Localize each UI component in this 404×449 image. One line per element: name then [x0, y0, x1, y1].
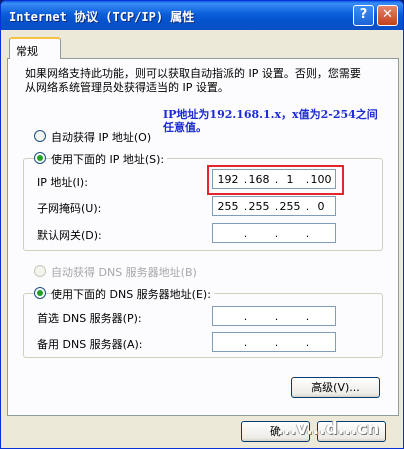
ip-dot: .	[274, 310, 279, 323]
auto-dns-radio[interactable]	[34, 265, 46, 277]
description-text: 如果网络支持此功能，则可以获取自动指派的 IP 设置。否则，您需要从网络系统管理…	[25, 67, 361, 94]
subnet-mask-label: 子网掩码(U):	[37, 202, 102, 215]
auto-ip-label: 自动获得 IP 地址(O)	[51, 131, 152, 144]
ip-dot: .	[243, 310, 248, 323]
help-button[interactable]: ?	[353, 5, 374, 26]
highlight-box	[207, 165, 344, 195]
title-bar: Internet 协议 (TCP/IP) 属性 ? ✕	[1, 1, 403, 30]
ip-dot: .	[305, 336, 310, 349]
subnet-octet-3: 255	[279, 200, 301, 213]
gateway-label: 默认网关(D):	[37, 229, 102, 242]
ip-dot: .	[305, 310, 310, 323]
subnet-octet-4: 0	[317, 200, 325, 213]
window-title: Internet 协议 (TCP/IP) 属性	[9, 10, 195, 24]
auto-ip-radio[interactable]	[34, 130, 46, 142]
alternate-dns-input[interactable]: . . .	[212, 332, 336, 352]
ip-dot: .	[305, 227, 310, 240]
gateway-input[interactable]: . . .	[212, 223, 336, 243]
subnet-octet-2: 255	[248, 200, 270, 213]
ip-address-label: IP 地址(I):	[37, 176, 88, 189]
manual-ip-label: 使用下面的 IP 地址(S):	[51, 151, 168, 167]
preferred-dns-input[interactable]: . . .	[212, 306, 336, 326]
site-watermark: ...v...d...cn	[277, 419, 380, 439]
manual-ip-radio[interactable]	[34, 152, 46, 164]
preferred-dns-label: 首选 DNS 服务器(P):	[37, 312, 142, 325]
manual-dns-label: 使用下面的 DNS 服务器地址(E):	[51, 286, 214, 302]
close-button[interactable]: ✕	[377, 5, 398, 26]
subnet-mask-input[interactable]: 255 . 255 . 255 . 0	[212, 196, 336, 216]
ip-dot: .	[274, 227, 279, 240]
subnet-octet-1: 255	[217, 200, 239, 213]
auto-dns-label: 自动获得 DNS 服务器地址(B)	[51, 266, 197, 279]
ip-dot: .	[274, 336, 279, 349]
ip-dot: .	[243, 227, 248, 240]
annotation-text: IP地址为192.168.1.x，x值为2-254之间任意值。	[163, 108, 378, 134]
advanced-button[interactable]: 高级(V)...	[291, 377, 380, 398]
tab-general[interactable]: 常规	[9, 37, 61, 59]
dialog-window: Internet 协议 (TCP/IP) 属性 ? ✕ 常规 如果网络支持此功能…	[0, 0, 404, 449]
alternate-dns-label: 备用 DNS 服务器(A):	[37, 338, 143, 351]
ip-dot: .	[243, 336, 248, 349]
manual-dns-radio[interactable]	[34, 287, 46, 299]
